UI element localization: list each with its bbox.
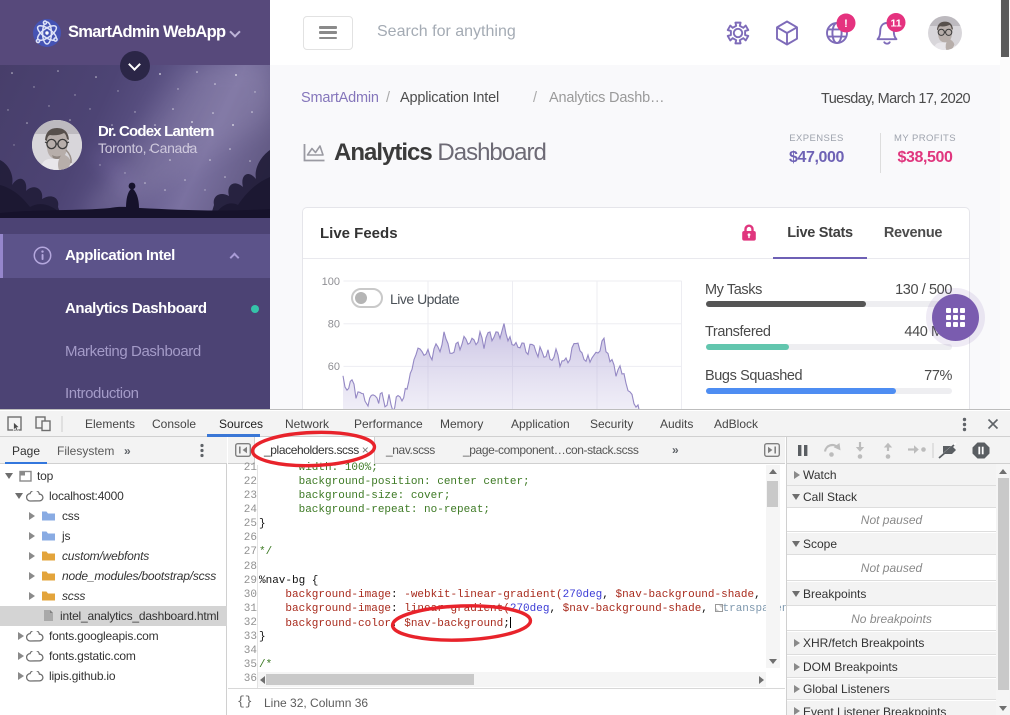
svg-text:80: 80 [328, 319, 340, 331]
svg-text:100: 100 [322, 276, 340, 288]
svg-text:60: 60 [328, 361, 340, 373]
svg-text:11: 11 [890, 18, 901, 30]
svg-text:!: ! [844, 18, 848, 30]
